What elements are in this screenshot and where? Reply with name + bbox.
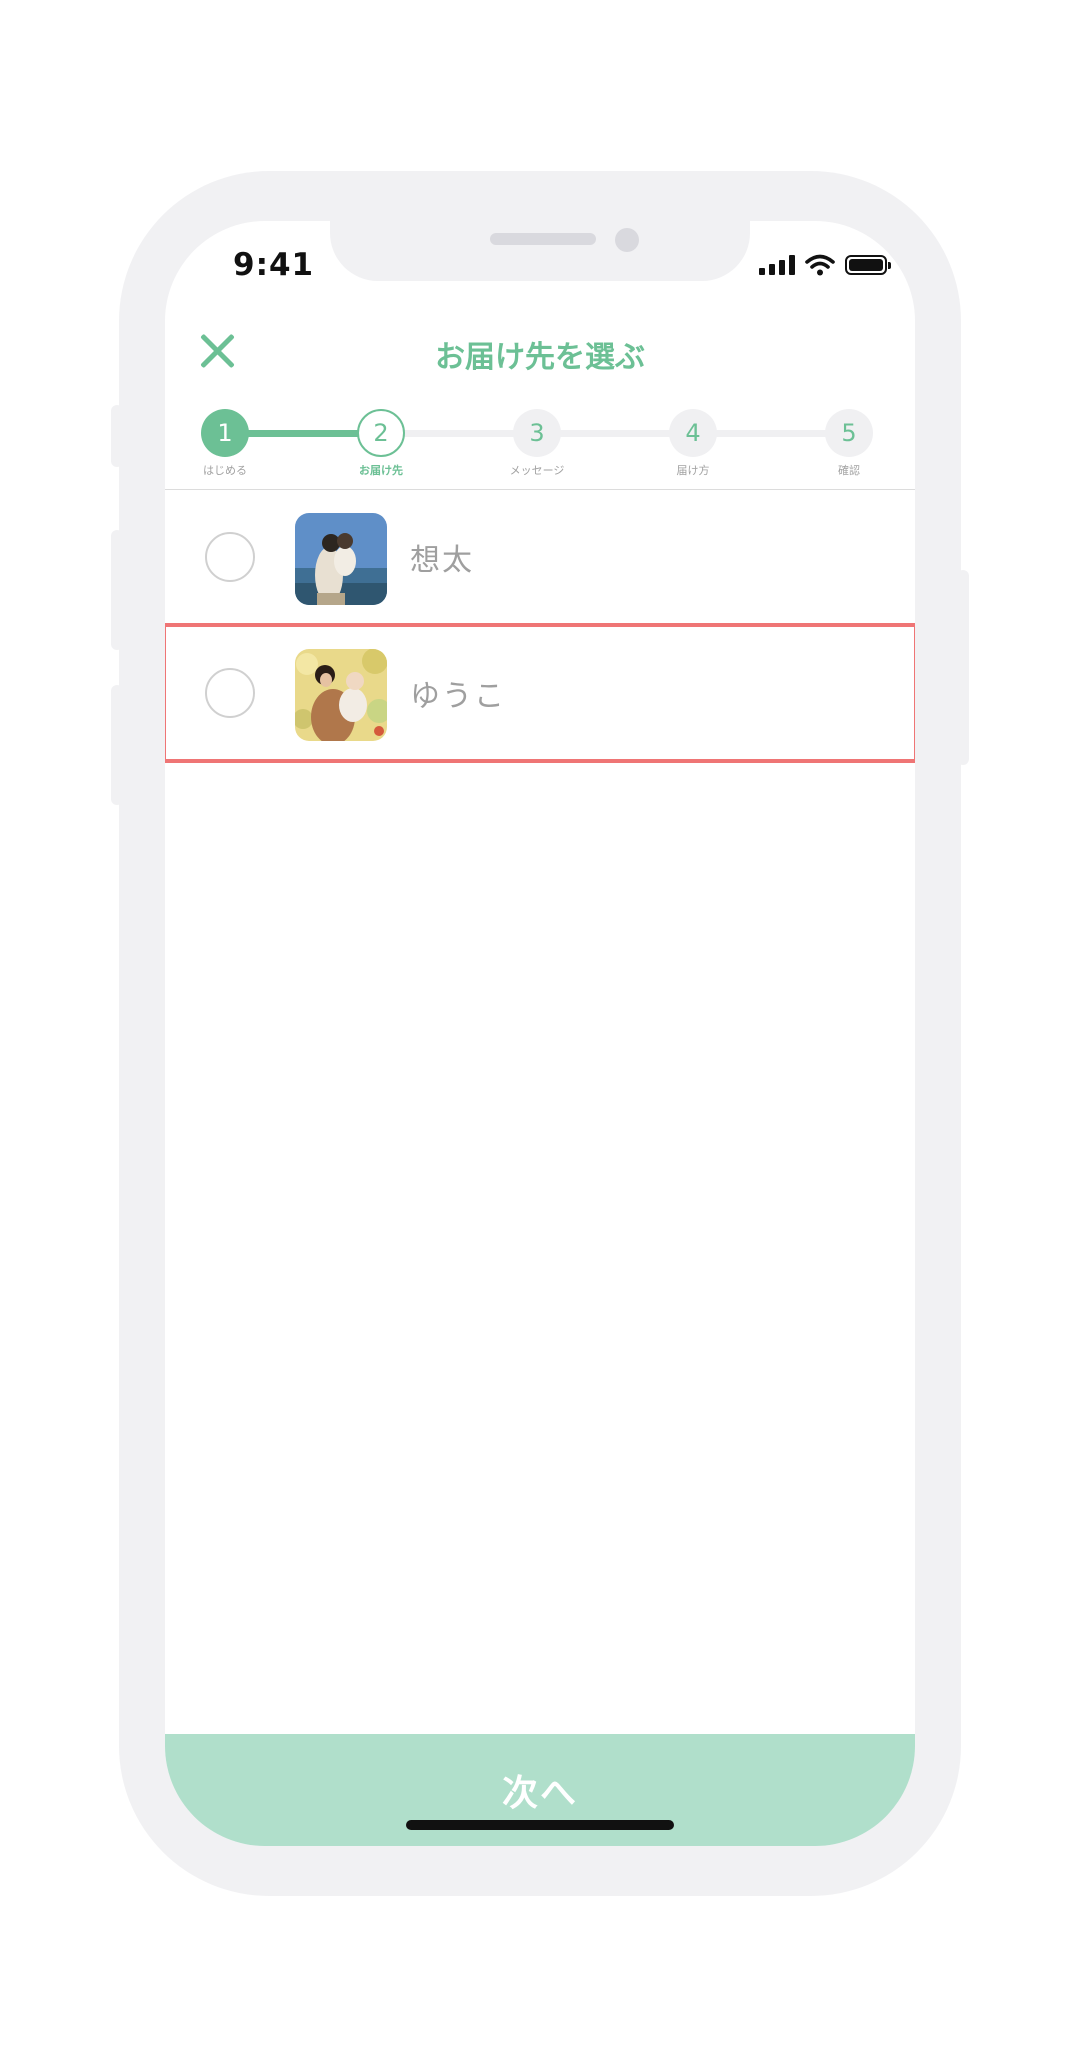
side-button-volume-up xyxy=(111,530,123,650)
side-button-power xyxy=(957,570,969,765)
step-2-number: 2 xyxy=(373,419,389,447)
step-3-number: 3 xyxy=(529,419,545,447)
header-divider xyxy=(165,489,915,490)
progress-stepper: 1 2 3 4 5 はじめる お届け先 メッセージ 届け方 確認 xyxy=(165,405,915,485)
phone-screen: 9:41 お届け先を選ぶ 1 2 3 4 5 はじめる お届け先 メッセージ 届… xyxy=(165,221,915,1846)
step-2-label: お届け先 xyxy=(359,464,403,477)
recipient-name: 想太 xyxy=(410,543,474,578)
step-1-label: はじめる xyxy=(203,464,247,477)
step-4-number: 4 xyxy=(685,419,701,447)
step-connector xyxy=(381,430,849,437)
step-5: 5 xyxy=(825,409,873,457)
home-indicator xyxy=(406,1820,674,1830)
step-4: 4 xyxy=(669,409,717,457)
speaker xyxy=(490,233,596,245)
notch xyxy=(330,221,750,281)
step-5-label: 確認 xyxy=(838,464,860,477)
selection-highlight xyxy=(165,623,915,763)
battery-icon xyxy=(845,255,891,275)
wifi-icon xyxy=(805,254,835,276)
side-button-mute xyxy=(111,405,123,467)
step-4-label: 届け方 xyxy=(676,464,710,477)
status-time: 9:41 xyxy=(233,247,315,283)
step-5-number: 5 xyxy=(841,419,857,447)
next-button-label: 次へ xyxy=(501,1773,578,1814)
page-title: お届け先を選ぶ xyxy=(435,340,645,375)
side-button-volume-down xyxy=(111,685,123,805)
step-3: 3 xyxy=(513,409,561,457)
recipient-radio[interactable] xyxy=(205,532,255,582)
step-2: 2 xyxy=(357,409,405,457)
cellular-signal-icon xyxy=(759,255,795,275)
step-1-number: 1 xyxy=(217,419,233,447)
camera xyxy=(615,228,639,252)
step-3-label: メッセージ xyxy=(509,464,565,477)
status-icons xyxy=(759,254,891,276)
step-1: 1 xyxy=(201,409,249,457)
recipient-avatar xyxy=(295,513,387,605)
recipient-row[interactable]: 想太 xyxy=(165,491,915,623)
